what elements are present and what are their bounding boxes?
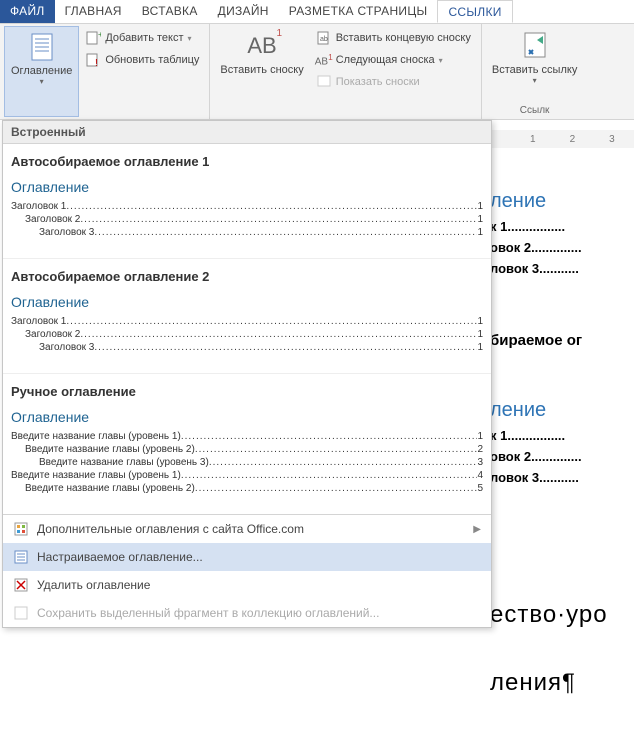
toc-preview-line: Заголовок 1.............................… [11,316,483,327]
footnote-icon: AB 1 [246,30,278,62]
show-notes-button[interactable]: Показать сноски [312,72,475,92]
toc-gallery-dropdown: Встроенный Автособираемое оглавление 1 О… [2,120,492,628]
toc-preview-line: Заголовок 2.............................… [11,329,483,340]
more-toc-office-button[interactable]: Дополнительные оглавления с сайта Office… [3,515,491,543]
add-text-button[interactable]: + Добавить текст ▾ [81,28,203,48]
ruler-mark: 1 [530,134,536,145]
tab-design[interactable]: ДИЗАЙН [208,0,279,23]
toc-preview-line: Заголовок 1.............................… [11,201,483,212]
toc-preview-heading: Оглавление [11,409,483,425]
group-citations: Вставить ссылку ▾ Ссылк [482,24,587,119]
toc-preview-line: Заголовок 2.............................… [11,214,483,225]
insert-footnote-button[interactable]: AB 1 Вставить сноску [214,26,309,117]
svg-text:ab: ab [320,36,328,43]
ruler: 1 2 3 [490,130,634,148]
doc-heading: ление [490,399,634,422]
tab-insert[interactable]: ВСТАВКА [132,0,208,23]
insert-endnote-button[interactable]: ab Вставить концевую сноску [312,28,475,48]
dropdown-arrow-icon: ▾ [439,56,443,65]
ruler-mark: 2 [570,134,576,145]
menu-label: Сохранить выделенный фрагмент в коллекци… [37,606,379,620]
doc-toc-line: к 1................ [490,428,634,443]
toc-preview-line: Введите название главы (уровень 2)......… [11,444,483,455]
tab-file[interactable]: ФАЙЛ [0,0,55,23]
group-links-label: Ссылк [486,104,583,117]
remove-toc-button[interactable]: Удалить оглавление [3,571,491,599]
next-footnote-button[interactable]: AB1 Следующая сноска ▾ [312,50,475,70]
show-notes-icon [316,74,332,90]
svg-text:+: + [98,30,101,39]
save-selection-icon [13,605,29,621]
insert-citation-label: Вставить ссылку [492,64,577,76]
doc-heading: ление [490,190,634,213]
ribbon-tabs: ФАЙЛ ГЛАВНАЯ ВСТАВКА ДИЗАЙН РАЗМЕТКА СТР… [0,0,634,24]
next-footnote-label: Следующая сноска [336,54,435,66]
insert-citation-button[interactable]: Вставить ссылку ▾ [486,26,583,104]
menu-label: Дополнительные оглавления с сайта Office… [37,522,304,536]
toc-preview-heading: Оглавление [11,294,483,310]
tab-home[interactable]: ГЛАВНАЯ [55,0,132,23]
tab-references[interactable]: ССЫЛКИ [437,0,512,23]
insert-footnote-label: Вставить сноску [220,64,303,76]
doc-toc-line: к 1................ [490,219,634,234]
toc-preview-heading: Оглавление [11,179,483,195]
update-table-icon: ! [85,52,101,68]
toc-preview-line: Введите название главы (уровень 3)......… [11,457,483,468]
update-table-button[interactable]: ! Обновить таблицу [81,50,203,70]
menu-label: Настраиваемое оглавление... [37,550,203,564]
toc-preview-line: Заголовок 3.............................… [11,342,483,353]
group-footnotes: AB 1 Вставить сноску ab Вставить концеву… [210,24,481,119]
gallery-item-auto-toc-1[interactable]: Автособираемое оглавление 1 Оглавление З… [3,144,491,259]
gallery-header: Встроенный [3,121,491,144]
toc-preview-line: Введите название главы (уровень 2)......… [11,483,483,494]
chevron-right-icon: ▶ [473,524,481,535]
menu-label: Удалить оглавление [37,578,150,592]
dropdown-arrow-icon: ▾ [533,76,537,85]
doc-toc-line: ловок 3........... [490,261,634,276]
next-footnote-icon: AB1 [316,52,332,68]
doc-body-text: ество·уро [490,601,634,629]
gallery-item-title: Автособираемое оглавление 1 [11,154,483,169]
dropdown-arrow-icon: ▾ [188,34,192,43]
ribbon: Оглавление ▾ + Добавить текст ▾ ! Обнови… [0,24,634,120]
remove-toc-icon [13,577,29,593]
svg-text:!: ! [95,58,98,68]
toc-label: Оглавление [11,65,72,77]
custom-toc-icon [13,549,29,565]
doc-toc-line: овок 2.............. [490,449,634,464]
doc-heading: бираемое ог [490,332,634,349]
add-text-icon: + [85,30,101,46]
gallery-item-title: Автособираемое оглавление 2 [11,269,483,284]
doc-toc-line: овок 2.............. [490,240,634,255]
group-toc: Оглавление ▾ + Добавить текст ▾ ! Обнови… [0,24,210,119]
insert-endnote-label: Вставить концевую сноску [336,32,471,44]
document-area: 1 2 3 ление к 1................ овок 2..… [490,140,634,697]
custom-toc-button[interactable]: Настраиваемое оглавление... [3,543,491,571]
gallery-item-title: Ручное оглавление [11,384,483,399]
dropdown-arrow-icon: ▾ [40,77,44,86]
save-selection-button: Сохранить выделенный фрагмент в коллекци… [3,599,491,627]
office-icon [13,521,29,537]
gallery-item-auto-toc-2[interactable]: Автособираемое оглавление 2 Оглавление З… [3,259,491,374]
add-text-label: Добавить текст [105,32,183,44]
gallery-item-manual-toc[interactable]: Ручное оглавление Оглавление Введите наз… [3,374,491,515]
toc-preview-line: Введите название главы (уровень 1)......… [11,470,483,481]
tab-page-layout[interactable]: РАЗМЕТКА СТРАНИЦЫ [279,0,438,23]
show-notes-label: Показать сноски [336,76,420,88]
toc-icon [26,31,58,63]
toc-preview-line: Введите название главы (уровень 1)......… [11,431,483,442]
ruler-mark: 3 [609,134,615,145]
endnote-icon: ab [316,30,332,46]
citation-icon [519,30,551,62]
toc-button[interactable]: Оглавление ▾ [4,26,79,117]
update-table-label: Обновить таблицу [105,54,199,66]
doc-toc-line: ловок 3........... [490,470,634,485]
toc-preview-line: Заголовок 3.............................… [11,227,483,238]
doc-body-text: ления¶ [490,669,634,697]
